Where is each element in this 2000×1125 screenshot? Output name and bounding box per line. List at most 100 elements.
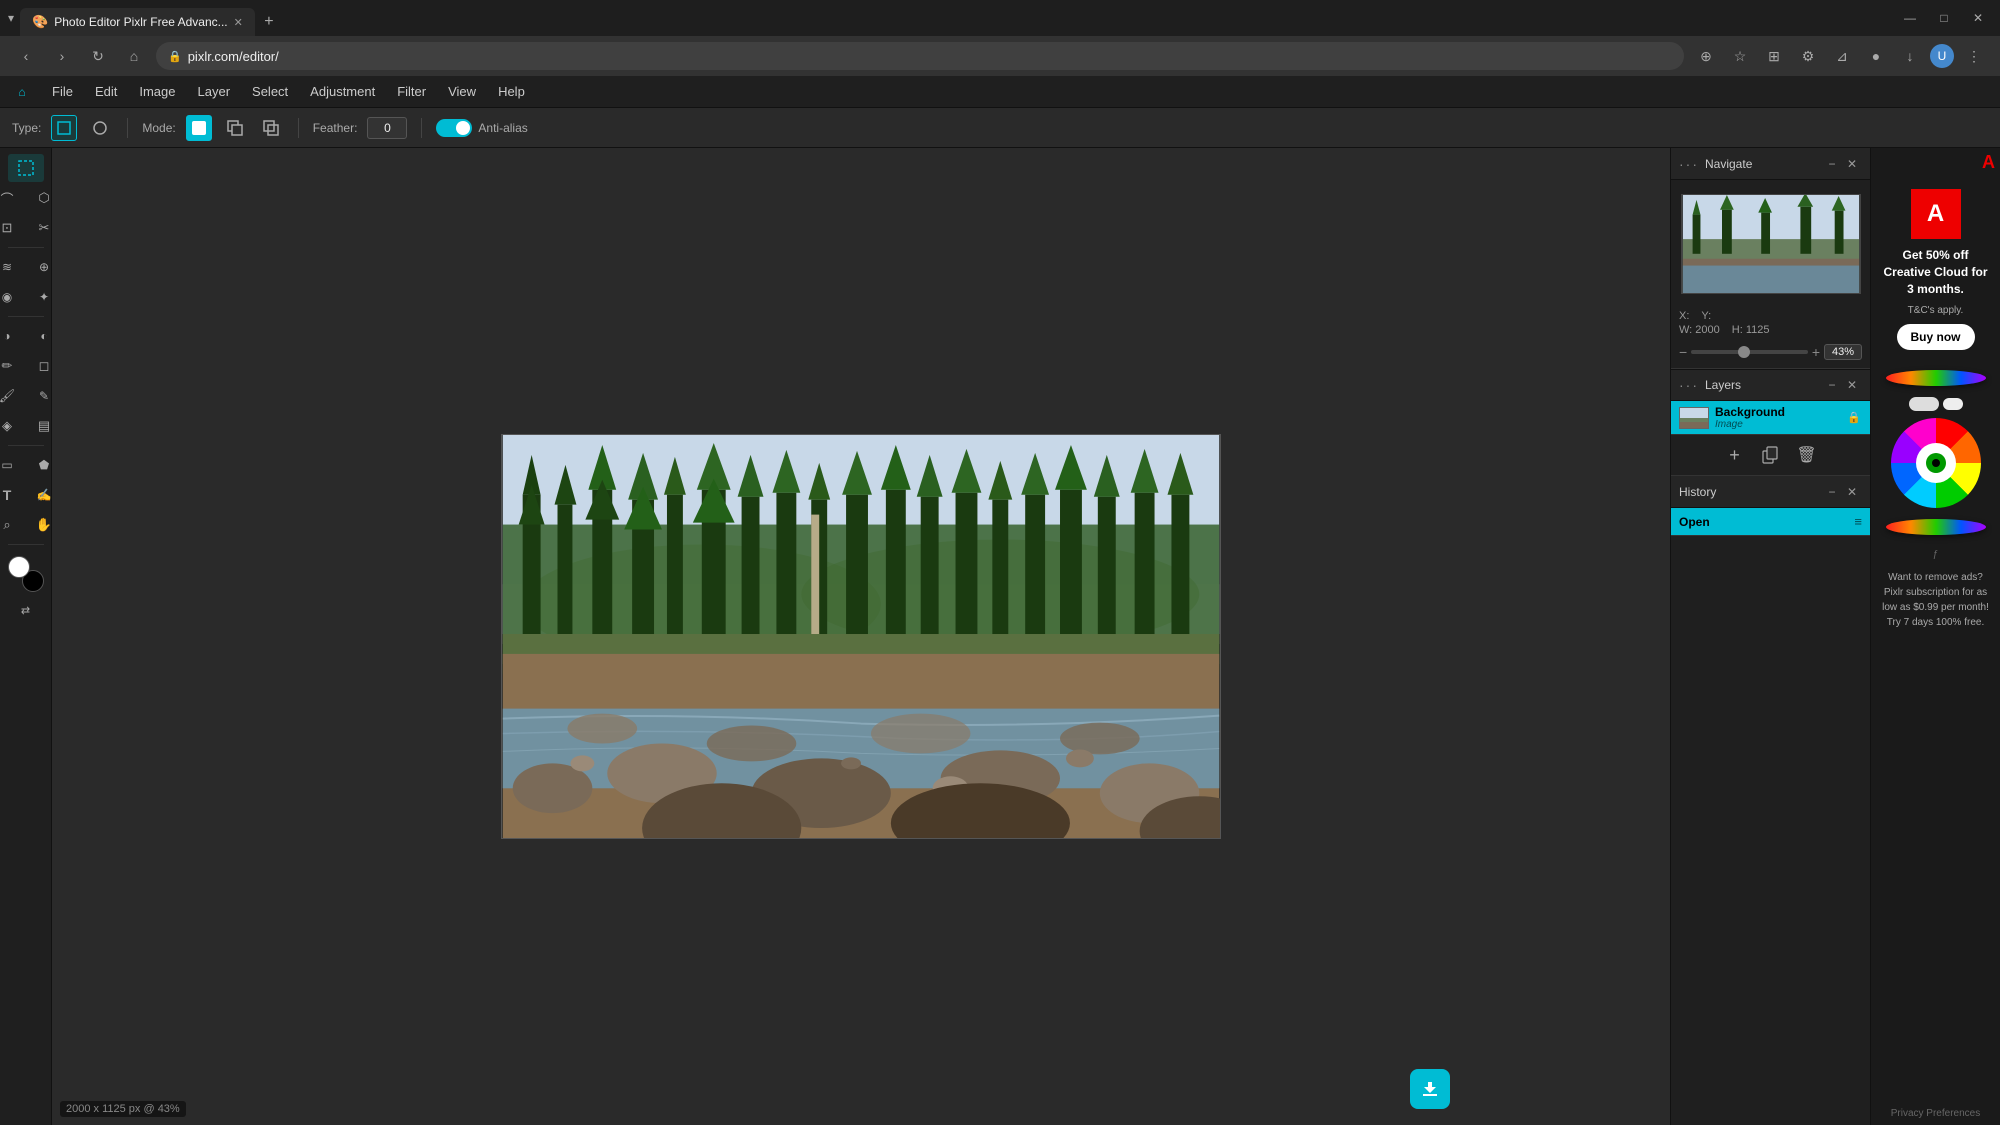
menu-select[interactable]: Select: [242, 80, 298, 103]
history-minimize-btn[interactable]: −: [1822, 482, 1842, 502]
mode-label: Mode:: [142, 121, 175, 135]
forward-btn[interactable]: ›: [48, 42, 76, 70]
ad-eye-pupil: [1932, 459, 1940, 467]
layers-actions: + 🗑: [1671, 434, 1870, 475]
swap-colors-btn[interactable]: ⇄: [8, 596, 44, 624]
menu-adjustment[interactable]: Adjustment: [300, 80, 385, 103]
profile-btn[interactable]: ●: [1862, 42, 1890, 70]
refresh-btn[interactable]: ↻: [84, 42, 112, 70]
zoom-thumb[interactable]: [1738, 346, 1750, 358]
history-close-btn[interactable]: ✕: [1842, 482, 1862, 502]
active-tab[interactable]: 🎨 Photo Editor Pixlr Free Advanc... ✕: [20, 8, 255, 36]
avatar-btn[interactable]: U: [1930, 44, 1954, 68]
fg-color-swatch[interactable]: [8, 556, 30, 578]
address-bar[interactable]: 🔒 pixlr.com/editor/: [156, 42, 1684, 70]
tab-dropdown-btn[interactable]: ▾: [8, 11, 14, 25]
tool-marquee[interactable]: [8, 154, 44, 182]
zoom-out-btn[interactable]: −: [1679, 344, 1687, 360]
pixlr-f-icon: ƒ: [1933, 549, 1939, 560]
mode-int-btn[interactable]: [258, 115, 284, 141]
privacy-link[interactable]: Privacy Preferences: [1883, 1102, 1988, 1125]
tool-blur[interactable]: ◉: [0, 283, 25, 311]
secure-icon: 🔒: [168, 50, 182, 63]
tab-title: Photo Editor Pixlr Free Advanc...: [54, 15, 227, 29]
clouds-row: [1909, 397, 1963, 411]
type-label: Type:: [12, 121, 41, 135]
bookmark-btn[interactable]: ☆: [1726, 42, 1754, 70]
tool-pen[interactable]: ✏: [0, 352, 25, 380]
tool-crop[interactable]: ⊡: [0, 214, 25, 242]
tab-close-btn[interactable]: ✕: [234, 16, 243, 29]
history-open-icon: ≡: [1854, 514, 1862, 529]
layers-panel-header: ··· Layers − ✕: [1671, 369, 1870, 401]
layer-item-background[interactable]: Background Image 🔒: [1671, 401, 1870, 434]
home-btn[interactable]: ⌂: [120, 42, 148, 70]
menu-btn[interactable]: ⋮: [1960, 42, 1988, 70]
menu-edit[interactable]: Edit: [85, 80, 127, 103]
back-btn[interactable]: ‹: [12, 42, 40, 70]
tool-text[interactable]: T: [0, 481, 25, 509]
add-layer-btn[interactable]: +: [1723, 443, 1747, 467]
ad-wheel: [1891, 418, 1981, 508]
menu-filter[interactable]: Filter: [387, 80, 436, 103]
mode-add-btn[interactable]: [186, 115, 212, 141]
layers-minimize-btn[interactable]: −: [1822, 375, 1842, 395]
tool-brush[interactable]: 🖌: [0, 382, 25, 410]
canvas-status: 2000 x 1125 px @ 43%: [60, 1101, 186, 1117]
tool-dodge[interactable]: ◑: [0, 322, 25, 350]
ad-graphic: [1881, 362, 1991, 542]
new-tab-btn[interactable]: +: [255, 8, 283, 36]
minimize-btn[interactable]: —: [1896, 4, 1924, 32]
adobe-ad: A Get 50% off Creative Cloud for 3 month…: [1871, 177, 2000, 362]
extensions-btn[interactable]: ⊕: [1692, 42, 1720, 70]
panel-spacer: [1671, 536, 1870, 1125]
mode-sub-btn[interactable]: [222, 115, 248, 141]
history-item-open[interactable]: Open ≡: [1671, 508, 1870, 535]
navigate-panel: ··· Navigate − ✕: [1671, 148, 1870, 369]
feather-input[interactable]: 0: [367, 117, 407, 139]
zoom-in-btn[interactable]: +: [1812, 344, 1820, 360]
delete-layer-btn[interactable]: 🗑: [1795, 443, 1819, 467]
tool-zoom[interactable]: ⌕: [0, 511, 25, 539]
navigate-minimize-btn[interactable]: −: [1822, 154, 1842, 174]
maximize-btn[interactable]: □: [1930, 4, 1958, 32]
app-home-btn[interactable]: ⌂: [8, 78, 36, 106]
layers-panel-menu[interactable]: ···: [1679, 377, 1699, 393]
menu-view[interactable]: View: [438, 80, 486, 103]
menu-image[interactable]: Image: [129, 80, 185, 103]
download-fab[interactable]: [1410, 1069, 1450, 1109]
layers-ext-btn[interactable]: ⊞: [1760, 42, 1788, 70]
layers-close-btn[interactable]: ✕: [1842, 375, 1862, 395]
nav-panel-menu[interactable]: ···: [1679, 156, 1699, 172]
adobe-headline: Get 50% off Creative Cloud for 3 months.: [1883, 247, 1988, 297]
menu-file[interactable]: File: [42, 80, 83, 103]
zoom-slider[interactable]: [1691, 350, 1808, 354]
antialias-toggle[interactable]: Anti-alias: [436, 119, 527, 137]
divider-1: [127, 118, 128, 138]
menu-help[interactable]: Help: [488, 80, 535, 103]
cloud-1: [1909, 397, 1939, 411]
ellipse-select-btn[interactable]: [87, 115, 113, 141]
adobe-buy-btn[interactable]: Buy now: [1897, 324, 1975, 350]
layer-thumbnail: [1679, 407, 1709, 429]
translate-btn[interactable]: ⊿: [1828, 42, 1856, 70]
cloud-2: [1943, 398, 1963, 410]
close-btn[interactable]: ✕: [1964, 4, 1992, 32]
duplicate-layer-btn[interactable]: [1759, 443, 1783, 467]
feather-label: Feather:: [313, 121, 358, 135]
w-label: W: 2000: [1679, 324, 1720, 336]
layer-type: Image: [1715, 419, 1840, 430]
canvas-image: [501, 434, 1221, 839]
download-nav-btn[interactable]: ↓: [1896, 42, 1924, 70]
rect-select-btn[interactable]: [51, 115, 77, 141]
settings-btn[interactable]: ⚙: [1794, 42, 1822, 70]
tool-lasso[interactable]: ⌒: [0, 184, 25, 212]
canvas-area[interactable]: 2000 x 1125 px @ 43%: [52, 148, 1670, 1125]
tool-rect-shape[interactable]: ▭: [0, 451, 25, 479]
tool-heal[interactable]: ≋: [0, 253, 25, 281]
menu-layer[interactable]: Layer: [188, 80, 241, 103]
tool-fill[interactable]: ◈: [0, 412, 25, 440]
canvas-wrapper: [501, 434, 1221, 839]
navigate-close-btn[interactable]: ✕: [1842, 154, 1862, 174]
color-swatches[interactable]: [8, 556, 44, 592]
